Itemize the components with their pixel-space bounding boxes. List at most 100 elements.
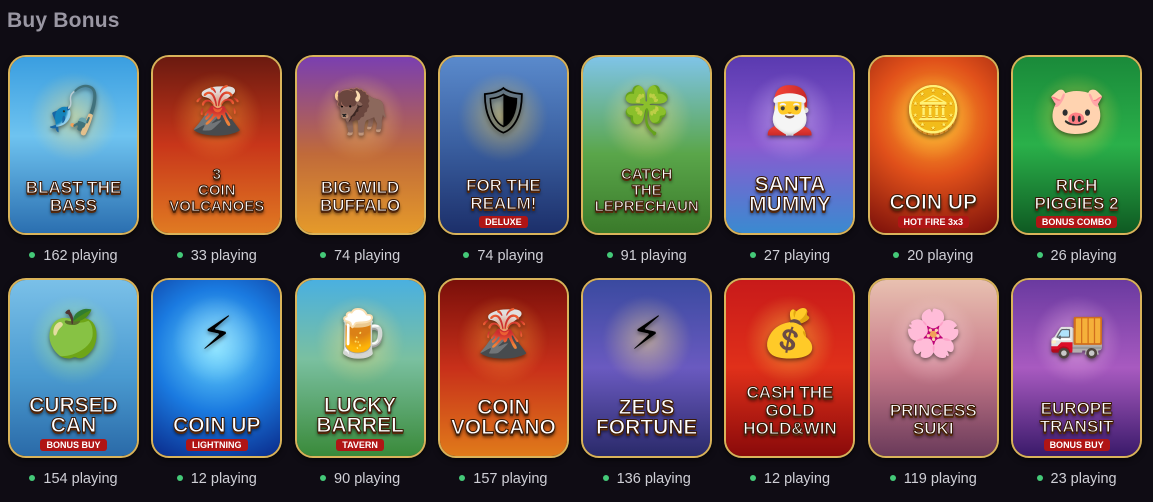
volcano-icon: 🌋 bbox=[474, 305, 533, 360]
game-card[interactable]: 🚚 EUROPE TRANSIT BONUS BUY 23 playing bbox=[1011, 278, 1143, 487]
game-card[interactable]: 🍀 CATCH THE LEPRECHAUN 91 playing bbox=[581, 55, 713, 264]
game-card[interactable]: 🍏 CURSED CAN BONUS BUY 154 playing bbox=[8, 278, 139, 487]
game-title: BIG WILD BUFFALO bbox=[319, 178, 401, 215]
game-card[interactable]: 🐷 RICH PIGGIES 2 BONUS COMBO 26 playing bbox=[1011, 55, 1143, 264]
playing-count: 136 playing bbox=[581, 471, 712, 487]
game-card[interactable]: ⚡ ZEUS FORTUNE 136 playing bbox=[581, 278, 713, 487]
game-title: RICH PIGGIES 2 bbox=[1034, 176, 1119, 213]
playing-count-label: 12 playing bbox=[763, 471, 831, 487]
online-dot-icon bbox=[320, 252, 327, 259]
game-card[interactable]: 🪙 COIN UP HOT FIRE 3x3 20 playing bbox=[867, 55, 999, 264]
game-title: CASH THE GOLD HOLD&WIN bbox=[743, 383, 837, 438]
playing-count-label: 136 playing bbox=[616, 471, 691, 487]
online-dot-icon bbox=[29, 252, 36, 259]
game-card[interactable]: 🌋 3 COIN VOLCANOES 33 playing bbox=[151, 55, 283, 264]
game-title: CURSED CAN bbox=[29, 394, 119, 437]
section-title: Buy Bonus bbox=[7, 9, 120, 32]
playing-count: 12 playing bbox=[151, 471, 282, 487]
game-thumbnail[interactable]: 🌸 PRINCESS SUKI bbox=[867, 278, 999, 458]
game-card[interactable]: 🍺 LUCKY BARREL TAVERN 90 playing bbox=[294, 278, 426, 487]
game-subtitle: BONUS BUY bbox=[10, 439, 137, 451]
game-card[interactable]: 🎅 SANTA MUMMY 27 playing bbox=[724, 55, 856, 264]
online-dot-icon bbox=[893, 252, 900, 259]
game-title: BLAST THE BASS bbox=[25, 178, 122, 215]
online-dot-icon bbox=[320, 475, 327, 482]
coin-icon: 🪙 bbox=[904, 82, 962, 137]
game-thumbnail[interactable]: 🎣 BLAST THE BASS bbox=[8, 55, 139, 235]
playing-count: 154 playing bbox=[8, 471, 139, 487]
game-thumbnail[interactable]: 🐷 RICH PIGGIES 2 BONUS COMBO bbox=[1011, 55, 1143, 235]
game-card[interactable]: 💰 CASH THE GOLD HOLD&WIN 12 playing bbox=[724, 278, 856, 487]
playing-count: 119 playing bbox=[868, 471, 999, 487]
playing-count: 74 playing bbox=[438, 248, 569, 264]
playing-count-label: 162 playing bbox=[43, 248, 118, 264]
game-thumbnail[interactable]: 🚚 EUROPE TRANSIT BONUS BUY bbox=[1011, 278, 1143, 458]
game-title: CATCH THE LEPRECHAUN bbox=[594, 166, 699, 215]
barrel-icon: 🍺 bbox=[331, 305, 389, 360]
playing-count-label: 91 playing bbox=[620, 248, 687, 264]
game-card[interactable]: ⚡ COIN UP LIGHTNING 12 playing bbox=[151, 278, 283, 487]
online-dot-icon bbox=[606, 252, 613, 259]
game-card[interactable]: 🌋 COIN VOLCANO 157 playing bbox=[437, 278, 569, 487]
game-thumbnail[interactable]: 🌋 COIN VOLCANO bbox=[437, 278, 569, 458]
playing-count-label: 74 playing bbox=[334, 248, 401, 264]
game-subtitle: TAVERN bbox=[297, 439, 424, 451]
fisherman-icon: 🎣 bbox=[44, 82, 103, 137]
game-thumbnail[interactable]: 🎅 SANTA MUMMY bbox=[724, 55, 856, 235]
playing-count-label: 27 playing bbox=[763, 248, 831, 264]
game-card[interactable]: 🌸 PRINCESS SUKI 119 playing bbox=[867, 278, 999, 487]
truck-icon: 🚚 bbox=[1047, 305, 1106, 360]
game-thumbnail[interactable]: 🛡 FOR THE REALM! DELUXE bbox=[437, 55, 569, 235]
playing-count: 90 playing bbox=[295, 471, 426, 487]
game-title: SANTA MUMMY bbox=[749, 173, 832, 216]
game-card[interactable]: 🦬 BIG WILD BUFFALO 74 playing bbox=[294, 55, 426, 264]
game-thumbnail[interactable]: ⚡ COIN UP LIGHTNING bbox=[151, 278, 283, 458]
game-subtitle: DELUXE bbox=[440, 216, 567, 228]
game-card[interactable]: 🛡 FOR THE REALM! DELUXE 74 playing bbox=[437, 55, 569, 264]
online-dot-icon bbox=[176, 475, 183, 482]
game-thumbnail[interactable]: 🌋 3 COIN VOLCANOES bbox=[151, 55, 283, 235]
leprechaun-icon: 🍀 bbox=[618, 82, 676, 137]
online-dot-icon bbox=[1036, 252, 1043, 259]
game-subtitle: LIGHTNING bbox=[153, 439, 280, 451]
game-title: LUCKY BARREL bbox=[316, 394, 405, 437]
game-thumbnail[interactable]: ⚡ ZEUS FORTUNE bbox=[581, 278, 713, 458]
playing-count-label: 157 playing bbox=[473, 471, 548, 487]
game-thumbnail[interactable]: 💰 CASH THE GOLD HOLD&WIN bbox=[724, 278, 856, 458]
piggy-bank-icon: 🐷 bbox=[1047, 82, 1106, 137]
game-card[interactable]: 🎣 BLAST THE BASS 162 playing bbox=[8, 55, 139, 264]
playing-count-label: 154 playing bbox=[43, 471, 118, 487]
online-dot-icon bbox=[749, 475, 756, 482]
princess-icon: 🌸 bbox=[904, 305, 962, 360]
buffalo-icon: 🦬 bbox=[331, 82, 389, 137]
playing-count: 20 playing bbox=[868, 248, 999, 264]
playing-count: 26 playing bbox=[1011, 248, 1142, 264]
playing-count: 74 playing bbox=[295, 248, 426, 264]
playing-count: 162 playing bbox=[8, 248, 139, 264]
game-title: COIN UP bbox=[173, 414, 262, 437]
game-thumbnail[interactable]: 🍏 CURSED CAN BONUS BUY bbox=[8, 278, 139, 458]
game-subtitle: BONUS BUY bbox=[1013, 439, 1140, 451]
game-title: COIN VOLCANO bbox=[450, 396, 556, 439]
mummy-icon: 🎅 bbox=[761, 82, 819, 137]
game-title: COIN UP bbox=[889, 191, 978, 214]
online-dot-icon bbox=[889, 475, 896, 482]
game-title: PRINCESS SUKI bbox=[889, 401, 977, 438]
online-dot-icon bbox=[176, 252, 183, 259]
playing-count-label: 12 playing bbox=[190, 471, 257, 487]
game-subtitle: BONUS COMBO bbox=[1013, 216, 1140, 228]
game-grid: 🎣 BLAST THE BASS 162 playing 🌋 3 COIN VOLCAN… bbox=[8, 55, 1143, 487]
game-thumbnail[interactable]: 🍀 CATCH THE LEPRECHAUN bbox=[581, 55, 713, 235]
playing-count: 27 playing bbox=[724, 248, 855, 264]
game-thumbnail[interactable]: 🦬 BIG WILD BUFFALO bbox=[294, 55, 426, 235]
game-thumbnail[interactable]: 🪙 COIN UP HOT FIRE 3x3 bbox=[867, 55, 999, 235]
online-dot-icon bbox=[749, 252, 756, 259]
playing-count: 157 playing bbox=[438, 471, 569, 487]
game-thumbnail[interactable]: 🍺 LUCKY BARREL TAVERN bbox=[294, 278, 426, 458]
playing-count: 33 playing bbox=[151, 248, 282, 264]
playing-count-label: 33 playing bbox=[190, 248, 257, 264]
coin-icon: ⚡ bbox=[200, 305, 233, 360]
game-title: FOR THE REALM! bbox=[466, 176, 542, 213]
game-title: EUROPE TRANSIT bbox=[1039, 399, 1114, 436]
game-title: 3 COIN VOLCANOES bbox=[169, 166, 265, 215]
